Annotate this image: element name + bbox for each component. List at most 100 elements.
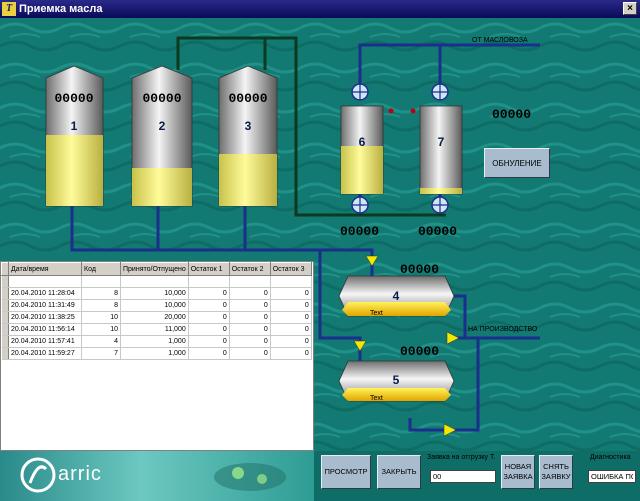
table-cell: 11,000 <box>120 323 189 336</box>
close-window-button[interactable]: × <box>623 2 637 15</box>
sensor-indicator-icon <box>410 108 416 114</box>
tank-3-counter: 00000 <box>228 91 267 106</box>
logo-ring-icon <box>20 457 56 493</box>
tank-2[interactable]: 2 00000 <box>131 65 193 207</box>
table-cell: 1,000 <box>120 347 189 360</box>
valve-icon[interactable] <box>351 83 369 101</box>
row-indicator-header <box>1 262 9 276</box>
row-indicator <box>1 311 9 324</box>
valve-icon[interactable] <box>431 83 449 101</box>
table-cell: 20.04.2010 11:28:04 <box>8 287 82 300</box>
tank-6[interactable]: 6 <box>340 105 384 195</box>
view-button[interactable]: ПРОСМОТР <box>321 455 371 489</box>
tank-6-label: 6 <box>359 135 366 149</box>
table-row[interactable]: 20.04.2010 11:59:27 7 1,000 0 0 0 <box>1 347 312 360</box>
tank-1[interactable]: 1 00000 <box>45 65 104 207</box>
table-cell: 0 <box>229 299 271 312</box>
table-cell: 1,000 <box>120 335 189 348</box>
table-cell: 10 <box>81 323 121 336</box>
separator-5-counter: 00000 <box>400 344 439 359</box>
table-cell: 20.04.2010 11:56:14 <box>8 323 82 336</box>
table-cell: 0 <box>229 347 271 360</box>
table-row[interactable] <box>1 275 312 288</box>
table-row[interactable]: 20.04.2010 11:28:04 8 10,000 0 0 0 <box>1 287 312 300</box>
tank-7-label: 7 <box>438 135 445 149</box>
column-header-code[interactable]: Код <box>81 262 121 276</box>
bottom-toolbar: ПРОСМОТР ЗАКРЫТЬ Заявка на отгрузку Т. Н… <box>314 451 640 501</box>
table-cell: 0 <box>188 347 230 360</box>
reset-button[interactable]: ОБНУЛЕНИЕ <box>484 148 550 178</box>
table-cell: 20.04.2010 11:31:49 <box>8 299 82 312</box>
column-header-accepted[interactable]: Принято/Отпущено <box>120 262 189 276</box>
logo-art <box>20 457 286 493</box>
table-row[interactable]: 20.04.2010 11:38:25 10 20,000 0 0 0 <box>1 311 312 324</box>
cancel-request-line1: СНЯТЬ <box>543 462 569 471</box>
shipment-input[interactable] <box>430 470 496 483</box>
table-cell <box>229 275 271 288</box>
table-cell: 0 <box>188 335 230 348</box>
logo-leaf-icon <box>28 465 48 484</box>
row-indicator <box>1 287 9 300</box>
new-request-button[interactable]: НОВАЯ ЗАЯВКА <box>501 455 535 489</box>
separator-5[interactable]: 5 Text <box>338 360 455 402</box>
table-cell: 0 <box>229 311 271 324</box>
table-cell: 20.04.2010 11:38:25 <box>8 311 82 324</box>
app-window: T Приемка масла × 1 00000 2 00000 3 0000… <box>0 0 640 501</box>
company-logo: arric <box>0 451 314 501</box>
new-request-line2: ЗАЯВКА <box>503 472 533 481</box>
column-header-remain3[interactable]: Остаток 3 <box>269 262 312 276</box>
close-button[interactable]: ЗАКРЫТЬ <box>377 455 421 489</box>
tank-2-counter: 00000 <box>142 91 181 106</box>
separator-4[interactable]: 4 Text <box>338 275 455 317</box>
separator-5-level <box>342 388 451 401</box>
row-indicator <box>1 275 9 288</box>
table-cell: 0 <box>270 287 312 300</box>
tank-7[interactable]: 7 <box>419 105 463 195</box>
column-header-datetime[interactable]: Дата/время <box>8 262 82 276</box>
new-request-line1: НОВАЯ <box>504 462 532 471</box>
table-cell: 0 <box>270 335 312 348</box>
grid-header-row: Дата/время Код Принято/Отпущено Остаток … <box>1 262 312 276</box>
valve-icon[interactable] <box>351 196 369 214</box>
table-cell: 0 <box>188 323 230 336</box>
table-cell: 8 <box>81 299 121 312</box>
valve-icon[interactable] <box>431 196 449 214</box>
table-cell <box>81 275 121 288</box>
separator-4-label: 4 <box>393 289 400 303</box>
table-cell <box>188 275 230 288</box>
table-cell <box>8 275 82 288</box>
diagnostics-field <box>588 470 636 483</box>
diagnostics-label: Диагностика <box>590 454 631 461</box>
tank-3-level <box>219 154 277 206</box>
table-cell: 20.04.2010 11:59:27 <box>8 347 82 360</box>
table-row[interactable]: 20.04.2010 11:31:49 8 10,000 0 0 0 <box>1 299 312 312</box>
table-cell: 7 <box>81 347 121 360</box>
tank-6-level <box>341 146 383 194</box>
tank-2-label: 2 <box>159 119 166 133</box>
table-cell: 0 <box>270 323 312 336</box>
tank-1-counter: 00000 <box>54 91 93 106</box>
table-cell: 0 <box>270 299 312 312</box>
history-table: Дата/время Код Принято/Отпущено Остаток … <box>1 262 312 360</box>
tank7-outlet-counter: 00000 <box>418 224 457 239</box>
title-bar: T Приемка масла × <box>0 0 640 18</box>
table-cell: 0 <box>229 335 271 348</box>
column-header-remain1[interactable]: Остаток 1 <box>187 262 230 276</box>
table-cell <box>120 275 189 288</box>
cancel-request-button[interactable]: СНЯТЬ ЗАЯВКУ <box>539 455 573 489</box>
table-cell: 0 <box>229 323 271 336</box>
tank-3[interactable]: 3 00000 <box>218 65 278 207</box>
row-indicator <box>1 347 9 360</box>
table-cell: 0 <box>188 299 230 312</box>
tank-7-body <box>419 105 463 195</box>
history-grid[interactable]: Дата/время Код Принято/Отпущено Остаток … <box>0 261 314 451</box>
column-header-remain2[interactable]: Остаток 2 <box>228 262 271 276</box>
table-row[interactable]: 20.04.2010 11:57:41 4 1,000 0 0 0 <box>1 335 312 348</box>
tank-1-label: 1 <box>71 119 78 133</box>
table-cell: 4 <box>81 335 121 348</box>
row-indicator <box>1 299 9 312</box>
grid-body: 20.04.2010 11:28:04 8 10,000 0 0 0 20.04.2010 … <box>1 275 312 360</box>
table-cell: 10 <box>81 311 121 324</box>
logo-decoration <box>257 474 267 484</box>
table-row[interactable]: 20.04.2010 11:56:14 10 11,000 0 0 0 <box>1 323 312 336</box>
